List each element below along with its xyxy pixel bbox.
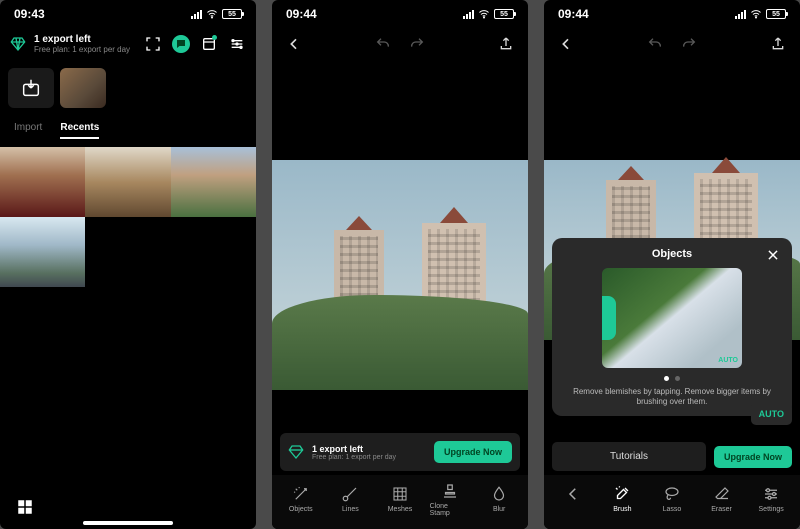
- tab-recents[interactable]: Recents: [60, 122, 99, 139]
- auto-tag: AUTO: [718, 357, 738, 364]
- undo-icon[interactable]: [375, 36, 391, 52]
- signal-icon: [191, 10, 202, 19]
- redo-icon[interactable]: [409, 36, 425, 52]
- brush-icon: [613, 485, 631, 503]
- screen-objects-modal: 09:44 55 Objects AUTO: [544, 0, 800, 529]
- screen-editor: 09:44 55 1 export left Free plan: 1 expo…: [272, 0, 528, 529]
- arrow-left-icon: [564, 485, 582, 503]
- modal-description: Remove blemishes by tapping. Remove bigg…: [562, 387, 782, 408]
- tutorials-icon[interactable]: [200, 35, 218, 53]
- redo-icon[interactable]: [681, 36, 697, 52]
- tool-back[interactable]: [553, 485, 593, 513]
- grid-item[interactable]: [85, 147, 170, 217]
- tool-brush[interactable]: Brush: [602, 485, 642, 513]
- menu-icon[interactable]: [228, 35, 246, 53]
- grid-item[interactable]: [0, 217, 85, 287]
- auto-button[interactable]: AUTO: [751, 403, 792, 425]
- upgrade-banner: 1 export left Free plan: 1 export per da…: [280, 433, 520, 471]
- eraser-icon: [713, 485, 731, 503]
- grid-item[interactable]: [0, 147, 85, 217]
- wand-icon: [292, 485, 310, 503]
- wifi-icon: [206, 8, 218, 20]
- clock: 09:44: [286, 7, 317, 21]
- clock: 09:44: [558, 7, 589, 21]
- tool-lasso[interactable]: Lasso: [652, 485, 692, 513]
- tool-blur[interactable]: Blur: [479, 485, 519, 513]
- source-tabs: Import Recents: [0, 118, 256, 147]
- recent-thumb[interactable]: [60, 68, 106, 108]
- header: 1 export left Free plan: 1 export per da…: [0, 28, 256, 60]
- tool-lines[interactable]: Lines: [330, 485, 370, 513]
- tool-clone[interactable]: Clone Stamp: [430, 482, 470, 517]
- wifi-icon: [478, 8, 490, 20]
- editor-nav: [272, 28, 528, 60]
- slider-handle-icon[interactable]: [602, 296, 616, 340]
- export-count: 1 export left: [312, 444, 426, 454]
- status-bar: 09:44 55: [544, 0, 800, 28]
- modal-preview[interactable]: AUTO: [602, 268, 742, 368]
- tutorials-button[interactable]: Tutorials: [552, 442, 706, 471]
- import-button[interactable]: [8, 68, 54, 108]
- tool-toolbar: Objects Lines Meshes Clone Stamp Blur: [272, 475, 528, 529]
- back-icon[interactable]: [558, 36, 574, 52]
- modal-title: Objects: [652, 248, 692, 260]
- battery-icon: 55: [494, 9, 514, 19]
- signal-icon: [463, 10, 474, 19]
- plan-note: Free plan: 1 export per day: [312, 454, 426, 461]
- tab-import[interactable]: Import: [14, 122, 42, 139]
- photo[interactable]: [272, 160, 528, 390]
- editor-nav: [544, 28, 800, 60]
- share-icon[interactable]: [770, 36, 786, 52]
- lines-icon: [341, 485, 359, 503]
- share-icon[interactable]: [498, 36, 514, 52]
- status-bar: 09:44 55: [272, 0, 528, 28]
- screen-import: 09:43 55 1 export left Free plan: 1 expo…: [0, 0, 256, 529]
- page-dots[interactable]: [562, 376, 782, 381]
- chat-icon[interactable]: [172, 35, 190, 53]
- layout-icon[interactable]: [16, 498, 34, 516]
- home-indicator[interactable]: [83, 521, 173, 525]
- status-bar: 09:43 55: [0, 0, 256, 28]
- tool-toolbar: Brush Lasso Eraser Settings: [544, 475, 800, 529]
- mesh-icon: [391, 485, 409, 503]
- clock: 09:43: [14, 7, 45, 21]
- upgrade-button[interactable]: Upgrade Now: [714, 446, 792, 468]
- stamp-icon: [441, 482, 459, 500]
- action-bar: Tutorials Upgrade Now: [552, 442, 792, 471]
- signal-icon: [735, 10, 746, 19]
- diamond-icon: [288, 444, 304, 460]
- export-count: 1 export left: [34, 34, 136, 45]
- tool-objects[interactable]: Objects: [281, 485, 321, 513]
- fullscreen-icon[interactable]: [144, 35, 162, 53]
- sliders-icon: [762, 485, 780, 503]
- tool-meshes[interactable]: Meshes: [380, 485, 420, 513]
- wifi-icon: [750, 8, 762, 20]
- undo-icon[interactable]: [647, 36, 663, 52]
- drop-icon: [490, 485, 508, 503]
- close-icon[interactable]: [766, 248, 780, 262]
- tool-eraser[interactable]: Eraser: [702, 485, 742, 513]
- plan-note: Free plan: 1 export per day: [34, 45, 136, 54]
- back-icon[interactable]: [286, 36, 302, 52]
- battery-icon: 55: [222, 9, 242, 19]
- recents-grid: [0, 147, 256, 287]
- diamond-icon: [10, 36, 26, 52]
- upgrade-button[interactable]: Upgrade Now: [434, 441, 512, 463]
- objects-modal: Objects AUTO Remove blemishes by tapping…: [552, 238, 792, 416]
- lasso-icon: [663, 485, 681, 503]
- tool-settings[interactable]: Settings: [751, 485, 791, 513]
- battery-icon: 55: [766, 9, 786, 19]
- import-tiles: [0, 60, 256, 118]
- grid-item[interactable]: [171, 147, 256, 217]
